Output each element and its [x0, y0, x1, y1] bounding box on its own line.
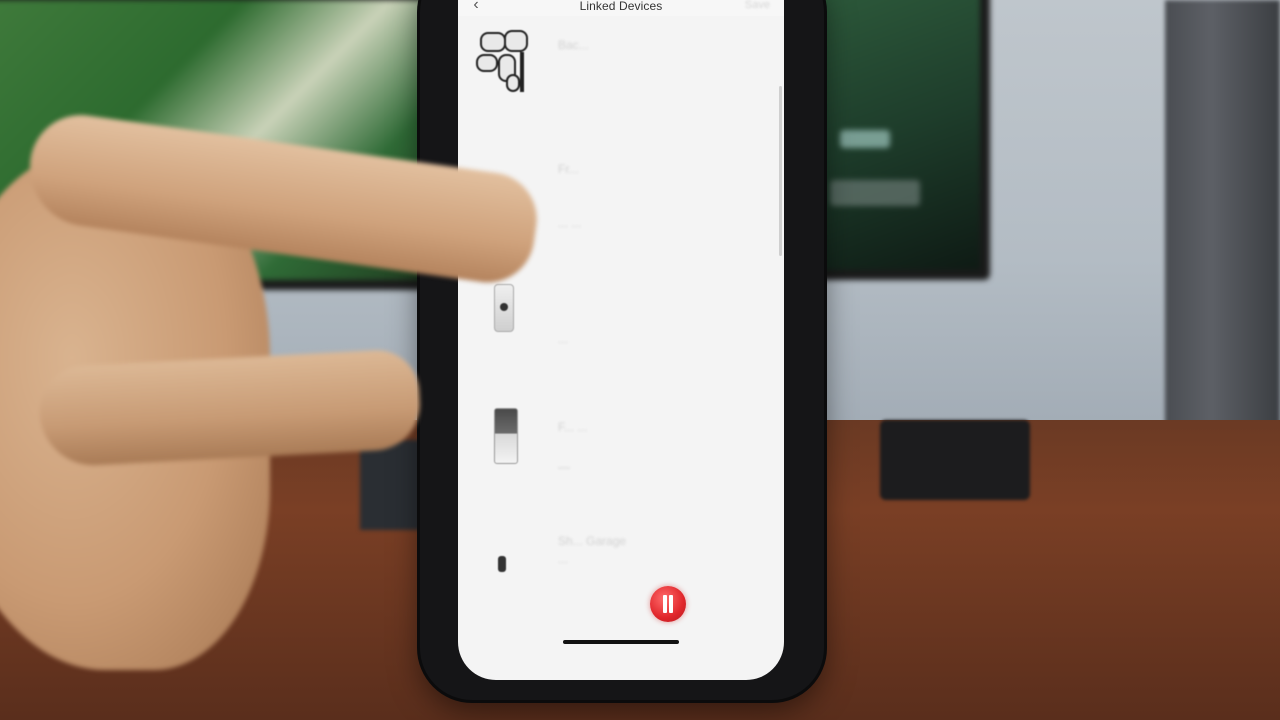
finger [37, 348, 423, 468]
save-button[interactable]: Save [745, 0, 770, 11]
home-indicator[interactable] [563, 640, 679, 644]
speaker [880, 420, 1030, 500]
device-status: ... ... [558, 216, 582, 230]
device-name: Sh... Garage [558, 534, 627, 548]
device-name: F... ... [558, 420, 588, 434]
device-name: Bac... [558, 38, 589, 52]
monitor-blip [840, 130, 890, 148]
device-name: Fr... [558, 162, 579, 176]
pause-icon[interactable] [650, 586, 686, 622]
monitor-blip [830, 180, 920, 206]
monitor-right [800, 0, 990, 280]
hand [0, 0, 560, 720]
scrollbar[interactable] [779, 86, 782, 256]
